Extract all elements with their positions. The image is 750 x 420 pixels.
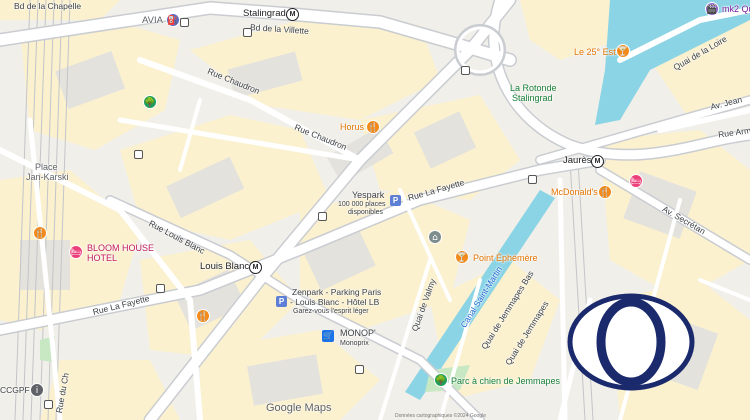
poi-zenpark-line1[interactable]: Zenpark - Parking Paris [292,287,381,297]
bus-stop-icon[interactable] [134,150,143,159]
parking-yespark-icon[interactable]: P [390,195,401,206]
poi-yespark-line1[interactable]: Yespark [352,190,384,200]
gas-station-icon[interactable]: ⛽ [166,13,180,27]
poi-ccgpf-label[interactable]: CCGPF [0,385,30,395]
poi-zenpark-line3[interactable]: Garez-vous l'esprit léger [293,307,369,317]
bus-stop-icon[interactable] [180,18,189,27]
poi-monop-line1[interactable]: MONOP' [340,328,376,338]
metro-louis-blanc-icon[interactable]: M [249,261,262,274]
poi-point-ephemere-label[interactable]: Point Éphémère [473,253,538,263]
metro-stalingrad-icon[interactable]: M [286,8,299,21]
poi-avia-label[interactable]: AVIA [142,16,163,26]
park-icon[interactable]: 🌳 [434,373,448,387]
station-louis-blanc-label[interactable]: Louis Blanc [200,262,249,272]
poi-rotonde-line1[interactable]: La Rotonde [510,83,557,93]
bus-stop-icon[interactable] [318,212,327,221]
poi-parc-chien-label[interactable]: Parc à chien de Jemmapes [451,376,560,386]
bus-stop-icon[interactable] [528,175,537,184]
bar-icon[interactable]: 🍸 [616,44,630,58]
park-icon[interactable]: 🌳 [143,95,157,109]
place-jan-karski-line1: Place [35,162,58,172]
google-maps-logo: Google Maps [266,402,331,414]
bus-stop-icon[interactable] [461,66,470,75]
parking-zenpark-icon[interactable]: P [276,296,287,307]
restaurant-icon[interactable]: 🍴 [33,226,47,240]
restaurant-icon[interactable]: 🍴 [366,120,380,134]
place-jan-karski-line2: Jan-Karski [26,172,69,182]
bus-stop-icon[interactable] [156,284,165,293]
poi-bloom-line2[interactable]: HOTEL [87,253,117,263]
google-wordmark: Google [266,402,302,414]
hotel-icon[interactable]: 🛏 [629,174,643,188]
restaurant-icon[interactable]: 🍴 [598,185,612,199]
station-stalingrad-label[interactable]: Stalingrad [243,9,286,19]
bus-stop-icon[interactable] [44,400,53,409]
poi-bloom-line1[interactable]: BLOOM HOUSE [87,243,154,253]
poi-yespark-line3[interactable]: disponibles [348,208,383,218]
shop-icon[interactable]: 🛒 [322,330,334,342]
poi-mk2-label[interactable]: mk2 Qu [722,4,750,14]
landmark-icon[interactable]: ⌂ [428,230,442,244]
maps-wordmark: Maps [304,402,332,414]
poi-rotonde-line2[interactable]: Stalingrad [512,93,553,103]
restaurant-icon[interactable]: 🍴 [196,309,210,323]
film-icon[interactable]: 🎬 [705,2,719,16]
poi-mcdonalds-label[interactable]: McDonald's [551,187,598,197]
station-jaures-label[interactable]: Jaurès [563,156,592,166]
street-label-bd-chapelle: Bd de la Chapelle [14,1,82,11]
bus-stop-icon[interactable] [243,28,252,37]
poi-zenpark-line2[interactable]: - Louis Blanc - Hôtel LB [290,297,379,307]
hotel-icon[interactable]: 🛏 [69,245,83,259]
map-attribution[interactable]: Données cartographiques ©2024 Google [395,413,486,419]
bar-icon[interactable]: 🍸 [455,250,469,264]
bus-stop-icon[interactable] [355,365,364,374]
poi-horus-label[interactable]: Horus [340,122,364,132]
map-canvas[interactable]: Bd de la Chapelle Bd de la Villette Rue … [0,0,750,420]
poi-monop-line2[interactable]: Monoprix [340,339,369,349]
poi-le25-label[interactable]: Le 25° Est [574,47,616,57]
watermark-logo [567,293,695,391]
metro-jaures-icon[interactable]: M [591,155,604,168]
info-icon[interactable]: i [30,383,44,397]
